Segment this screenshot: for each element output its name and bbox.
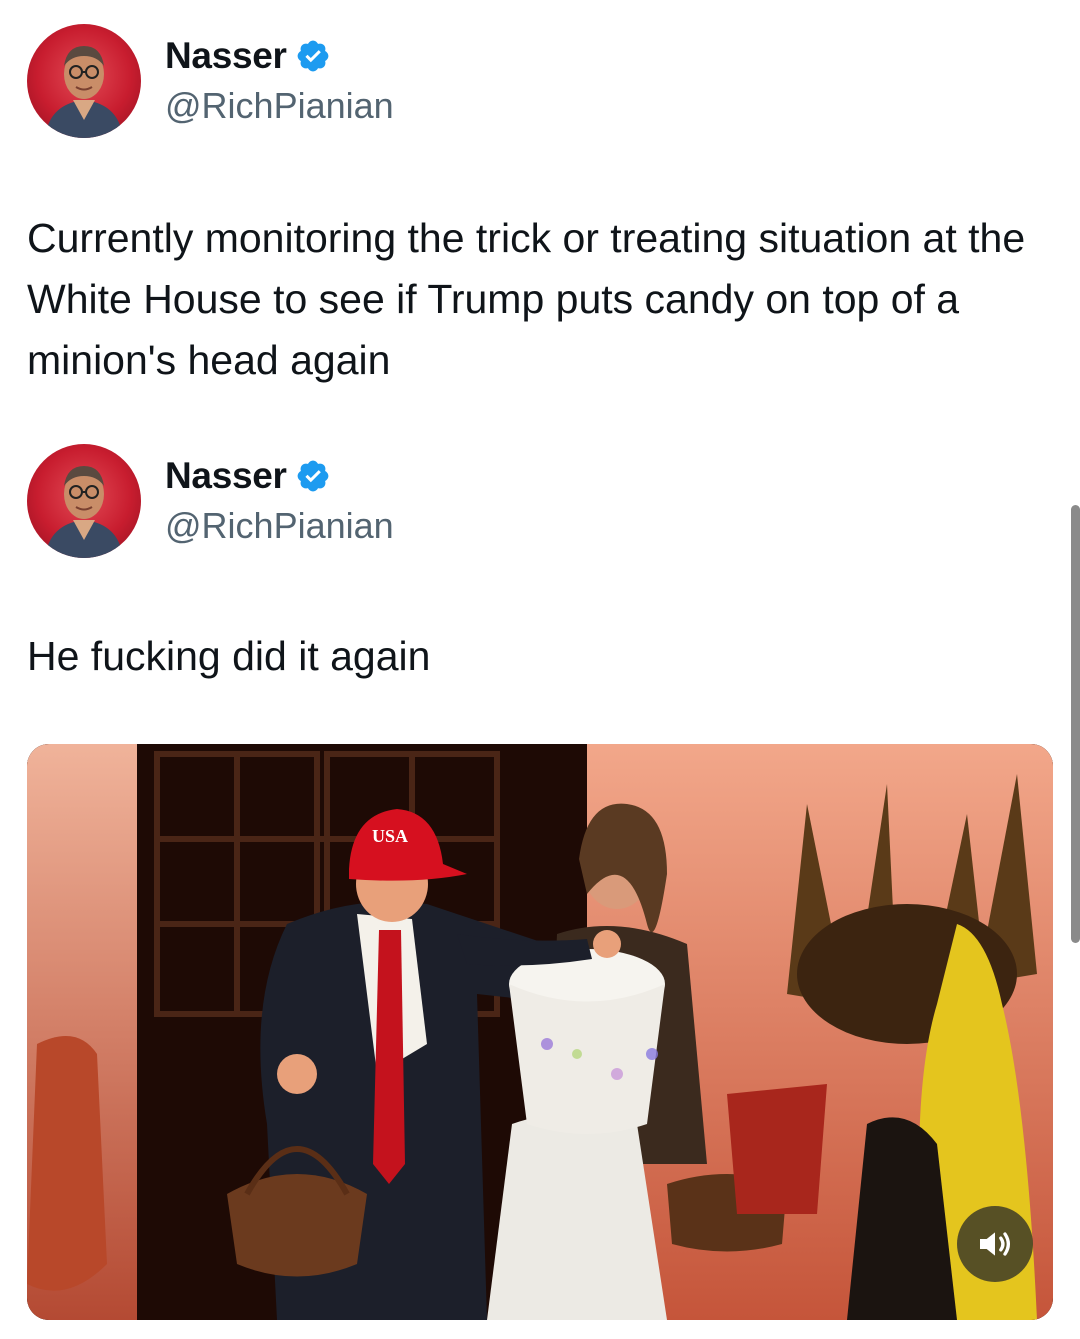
tweet-1-text: Currently monitoring the trick or treati… <box>27 215 1026 383</box>
scrollbar[interactable] <box>1071 505 1080 943</box>
tweet-1-header: Nasser @RichPianian <box>27 24 394 138</box>
user-handle[interactable]: @RichPianian <box>165 85 394 127</box>
tweet-2-header: Nasser @RichPianian <box>27 444 394 558</box>
display-name[interactable]: Nasser <box>165 35 287 77</box>
user-handle[interactable]: @RichPianian <box>165 505 394 547</box>
avatar[interactable] <box>27 444 141 558</box>
video-frame: USA <box>27 744 1053 1320</box>
hat-text: USA <box>372 826 408 846</box>
volume-button[interactable] <box>957 1206 1033 1282</box>
tweet-2-text: He fucking did it again <box>27 633 431 679</box>
verified-badge-icon <box>297 460 329 492</box>
tweet-video[interactable]: USA <box>27 744 1053 1320</box>
speaker-volume-icon <box>980 1232 1010 1256</box>
avatar[interactable] <box>27 24 141 138</box>
display-name[interactable]: Nasser <box>165 455 287 497</box>
verified-badge-icon <box>297 40 329 72</box>
